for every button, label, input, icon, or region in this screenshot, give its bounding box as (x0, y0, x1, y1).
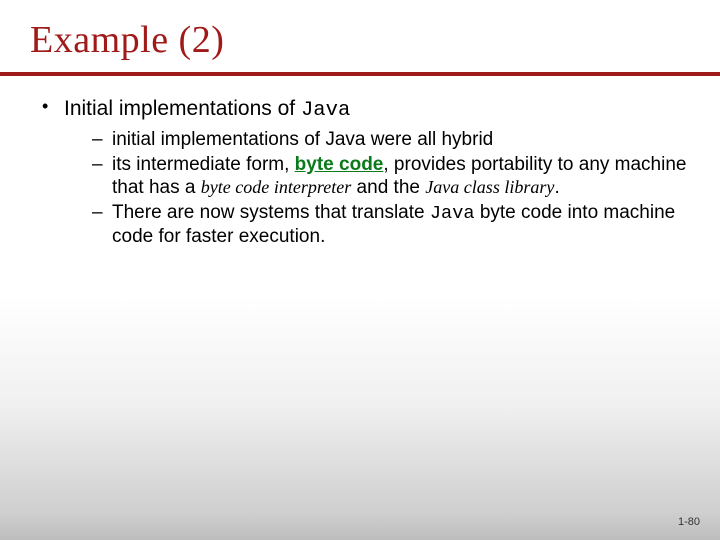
sub-bullet-list: initial implementations of Java were all… (64, 128, 690, 248)
link-byte-code: byte code (295, 154, 384, 175)
slide: Example (2) Initial implementations of J… (0, 0, 720, 540)
sub-bullet-item: its intermediate form, byte code, provid… (92, 153, 690, 199)
code-java: Java (430, 202, 475, 224)
sub-bullet-text: and the (351, 177, 425, 198)
slide-body: Initial implementations of Java initial … (30, 96, 690, 248)
sub-bullet-text: . (554, 177, 559, 198)
sub-bullet-text: initial implementations of Java were all… (112, 129, 493, 150)
bullet-item: Initial implementations of Java initial … (42, 96, 690, 248)
bullet-text: Initial implementations of (64, 97, 301, 120)
sub-bullet-text: There are now systems that translate (112, 202, 430, 223)
sub-bullet-text: its intermediate form, (112, 154, 295, 175)
sub-bullet-item: initial implementations of Java were all… (92, 128, 690, 151)
slide-title: Example (2) (30, 18, 690, 62)
bullet-list: Initial implementations of Java initial … (30, 96, 690, 248)
code-java: Java (301, 99, 350, 122)
sub-bullet-item: There are now systems that translate Jav… (92, 201, 690, 248)
italic-term: byte code interpreter (201, 177, 352, 197)
title-rule (0, 72, 720, 76)
italic-term: Java class library (425, 177, 554, 197)
page-number: 1-80 (678, 516, 700, 528)
